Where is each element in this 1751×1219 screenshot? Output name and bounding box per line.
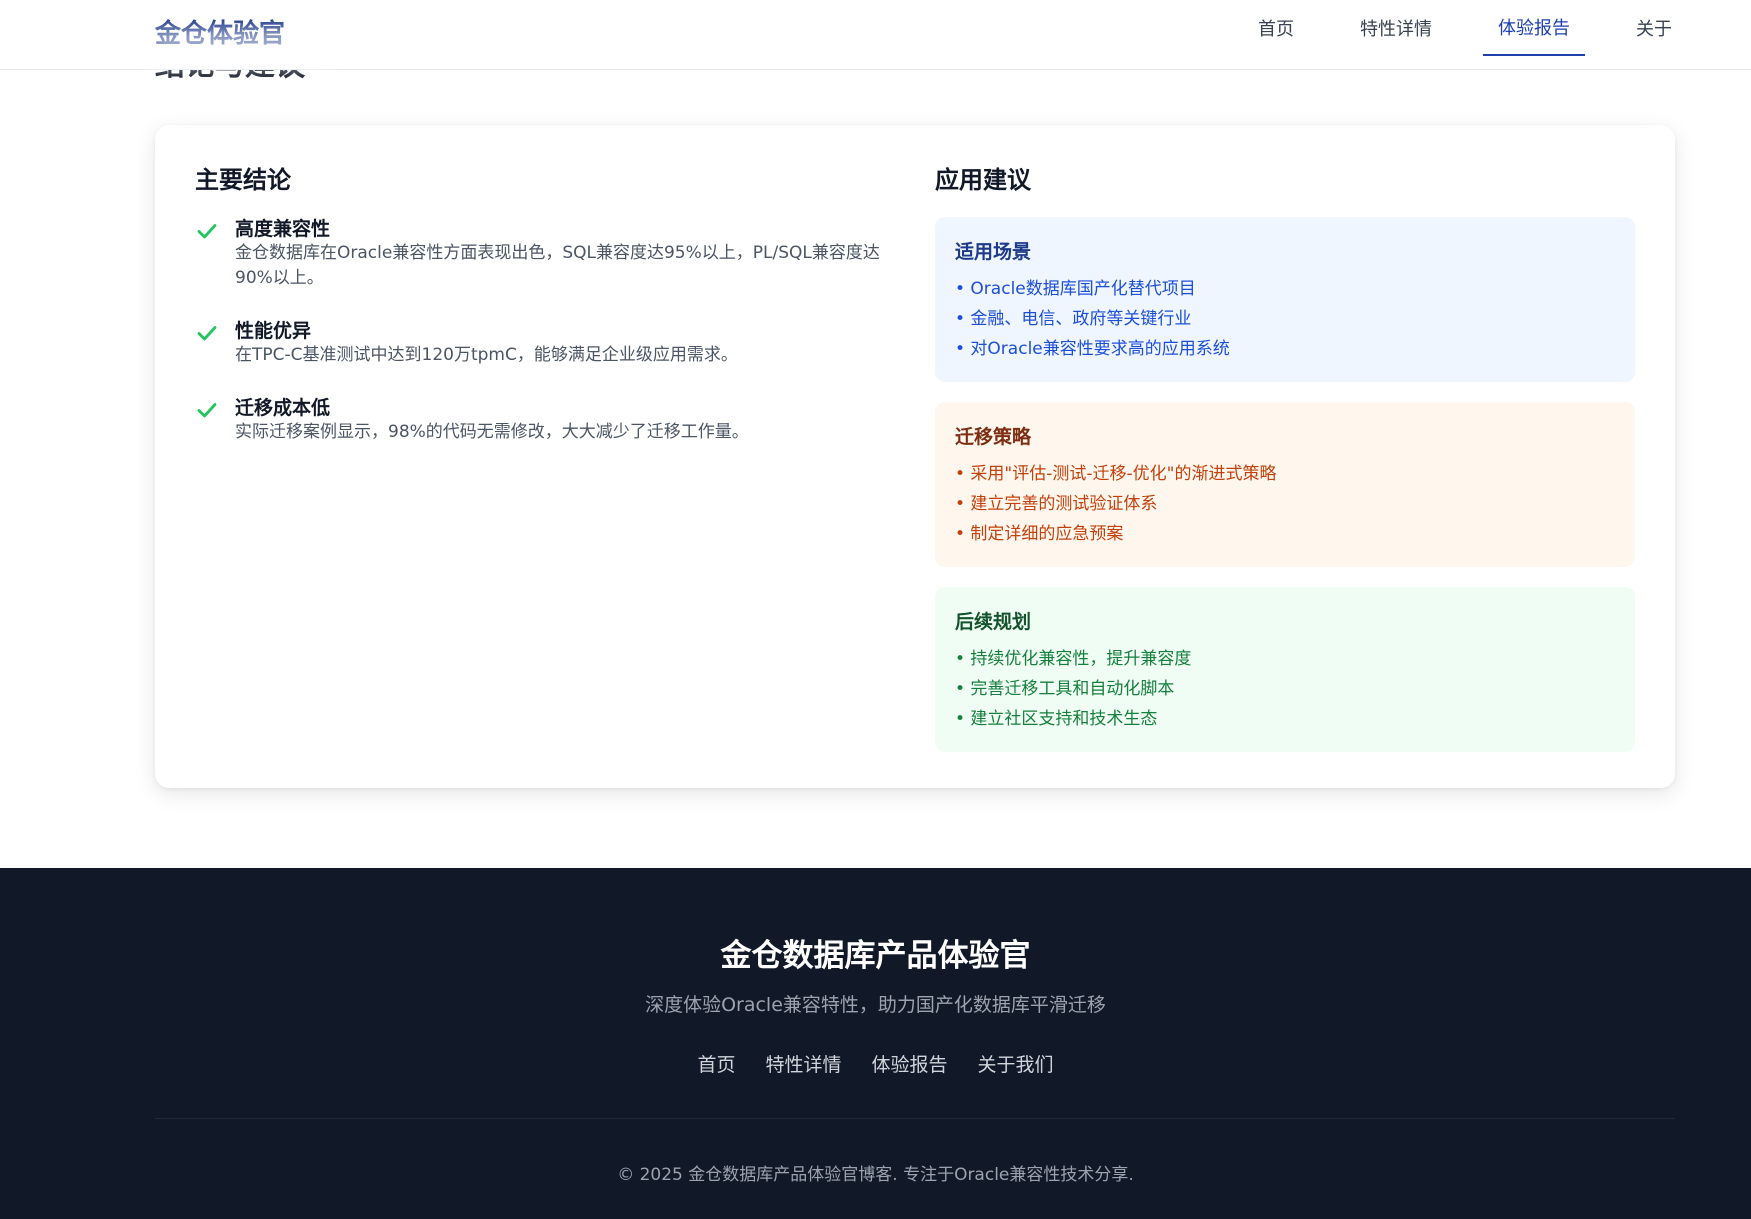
advice-card-title: 适用场景 xyxy=(955,241,1032,263)
conclusion-item: 高度兼容性 金仓数据库在Oracle兼容性方面表现出色，SQL兼容度达95%以上… xyxy=(195,217,895,291)
conclusion-card: 主要结论 高度兼容性 金仓数据库在Oracle兼容性方面表现出色，SQL兼容度达… xyxy=(155,125,1675,788)
footer-link-features[interactable]: 特性详情 xyxy=(765,1050,841,1077)
footer-divider xyxy=(155,1118,1675,1119)
footer-links: 首页 特性详情 体验报告 关于我们 xyxy=(0,1050,1751,1077)
conclusion-item: 迁移成本低 实际迁移案例显示，98%的代码无需修改，大大减少了迁移工作量。 xyxy=(195,396,895,445)
check-icon xyxy=(195,217,235,291)
nav-about[interactable]: 关于 xyxy=(1621,0,1687,56)
heading-mask xyxy=(150,28,330,70)
advice-list-item: • 完善迁移工具和自动化脚本 xyxy=(955,679,1175,699)
nav-report[interactable]: 体验报告 xyxy=(1483,0,1585,56)
advice-card-scenarios: 适用场景 • Oracle数据库国产化替代项目 • 金融、电信、政府等关键行业 … xyxy=(935,217,1635,382)
check-icon xyxy=(195,319,235,368)
conclusions-title: 主要结论 xyxy=(195,166,291,194)
conclusion-title: 性能优异 xyxy=(235,320,312,342)
advice-list-item: • Oracle数据库国产化替代项目 xyxy=(955,279,1196,299)
advice-card-title: 后续规划 xyxy=(955,611,1032,633)
conclusion-desc: 金仓数据库在Oracle兼容性方面表现出色，SQL兼容度达95%以上，PL/SQ… xyxy=(235,243,880,288)
advice-list-item: • 制定详细的应急预案 xyxy=(955,524,1124,544)
advice-list-item: • 对Oracle兼容性要求高的应用系统 xyxy=(955,339,1230,359)
footer-link-home[interactable]: 首页 xyxy=(697,1050,735,1077)
footer-title: 金仓数据库产品体验官 xyxy=(720,938,1031,974)
advice-list-item: • 建立完善的测试验证体系 xyxy=(955,494,1158,514)
conclusion-title: 迁移成本低 xyxy=(235,397,331,419)
check-icon xyxy=(195,396,235,445)
nav-home[interactable]: 首页 xyxy=(1243,0,1309,56)
site-footer: 金仓数据库产品体验官 深度体验Oracle兼容特性，助力国产化数据库平滑迁移 首… xyxy=(0,868,1751,1219)
advice-list-item: • 采用"评估-测试-迁移-优化"的渐进式策略 xyxy=(955,464,1277,484)
advice-list-item: • 金融、电信、政府等关键行业 xyxy=(955,309,1192,329)
conclusions-column: 主要结论 高度兼容性 金仓数据库在Oracle兼容性方面表现出色，SQL兼容度达… xyxy=(195,160,895,473)
conclusion-title: 高度兼容性 xyxy=(235,218,331,240)
nav-menu: 首页 特性详情 体验报告 关于 xyxy=(1207,0,1687,70)
footer-subtitle: 深度体验Oracle兼容特性，助力国产化数据库平滑迁移 xyxy=(645,994,1106,1016)
advice-title: 应用建议 xyxy=(935,166,1031,194)
advice-list-item: • 建立社区支持和技术生态 xyxy=(955,709,1158,729)
advice-card-strategy: 迁移策略 • 采用"评估-测试-迁移-优化"的渐进式策略 • 建立完善的测试验证… xyxy=(935,402,1635,567)
conclusion-item: 性能优异 在TPC-C基准测试中达到120万tpmC，能够满足企业级应用需求。 xyxy=(195,319,895,368)
footer-link-report[interactable]: 体验报告 xyxy=(872,1050,948,1077)
footer-copyright: © 2025 金仓数据库产品体验官博客. 专注于Oracle兼容性技术分享. xyxy=(617,1165,1134,1185)
footer-link-about[interactable]: 关于我们 xyxy=(978,1050,1054,1077)
advice-list-item: • 持续优化兼容性，提升兼容度 xyxy=(955,649,1192,669)
nav-features[interactable]: 特性详情 xyxy=(1345,0,1447,56)
conclusion-desc: 实际迁移案例显示，98%的代码无需修改，大大减少了迁移工作量。 xyxy=(235,422,749,442)
advice-column: 应用建议 适用场景 • Oracle数据库国产化替代项目 • 金融、电信、政府等… xyxy=(935,160,1635,772)
advice-card-title: 迁移策略 xyxy=(955,426,1032,448)
advice-card-roadmap: 后续规划 • 持续优化兼容性，提升兼容度 • 完善迁移工具和自动化脚本 • 建立… xyxy=(935,587,1635,752)
conclusion-desc: 在TPC-C基准测试中达到120万tpmC，能够满足企业级应用需求。 xyxy=(235,345,738,365)
